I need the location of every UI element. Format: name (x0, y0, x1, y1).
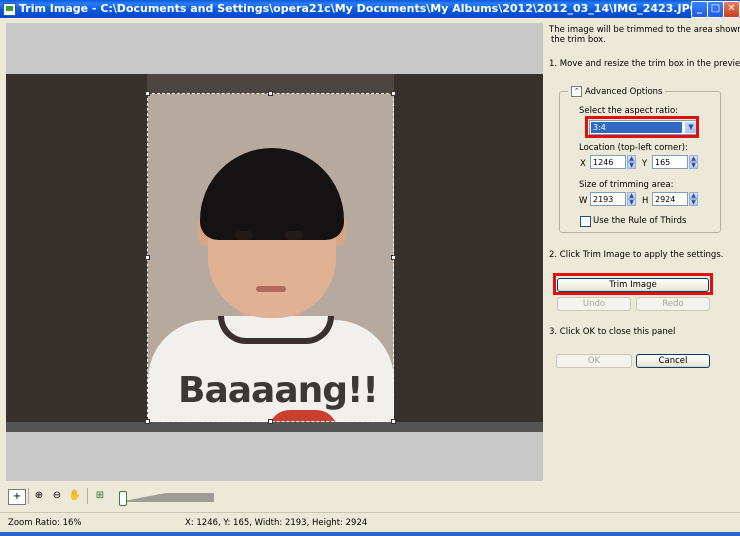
title-bar: Trim Image - C:\Documents and Settings\o… (0, 0, 740, 18)
maximize-button[interactable]: □ (707, 1, 724, 18)
step2-text: 2. Click Trim Image to apply the setting… (549, 250, 724, 260)
x-input[interactable]: 1246 (590, 155, 626, 169)
trim-coords-text: X: 1246, Y: 165, Width: 2193, Height: 29… (185, 518, 368, 528)
zoom-slider-track (118, 493, 214, 502)
height-input[interactable]: 2924 (652, 192, 688, 206)
x-spinner[interactable]: ▲ ▼ (627, 155, 636, 169)
x-label: X (580, 159, 586, 169)
close-button[interactable]: ✕ (723, 1, 740, 18)
add-trim-box-icon[interactable]: + (8, 489, 26, 505)
width-input[interactable]: 2193 (590, 192, 626, 206)
window-bottom-edge (0, 532, 740, 536)
collapse-icon[interactable]: ⌃ (571, 86, 582, 97)
toolbar-separator (87, 488, 88, 504)
step3-text: 3. Click OK to close this panel (549, 327, 676, 337)
redo-button[interactable]: Redo (636, 297, 710, 311)
trim-handle-top-right[interactable] (391, 91, 396, 96)
trim-box[interactable] (147, 93, 394, 422)
preview-bottom-strip (6, 422, 543, 432)
trim-handle-bottom-right[interactable] (391, 419, 396, 424)
width-spinner[interactable]: ▲ ▼ (627, 192, 636, 206)
trim-handle-right[interactable] (391, 255, 396, 260)
step1-text: 1. Move and resize the trim box in the p… (549, 59, 740, 69)
zoom-out-icon[interactable]: ⊖ (50, 489, 64, 503)
h-label: H (642, 196, 649, 206)
toolbar-separator (28, 488, 29, 504)
outside-trim-shade-right (394, 74, 543, 432)
trim-handle-top[interactable] (268, 91, 273, 96)
ok-button[interactable]: OK (556, 354, 632, 368)
aspect-ratio-label: Select the aspect ratio: (579, 106, 679, 116)
aspect-ratio-highlight (585, 116, 699, 138)
zoom-slider[interactable] (118, 490, 214, 506)
trim-handle-top-left[interactable] (145, 91, 150, 96)
hand-icon[interactable]: ✋ (68, 489, 82, 503)
window-title: Trim Image - C:\Documents and Settings\o… (19, 2, 699, 15)
app-icon[interactable] (3, 3, 16, 16)
fit-to-window-icon[interactable]: ⊞ (93, 489, 107, 503)
zoom-in-icon[interactable]: ⊕ (32, 489, 46, 503)
rule-of-thirds-checkbox[interactable] (580, 216, 591, 227)
trim-handle-bottom-left[interactable] (145, 419, 150, 424)
rule-of-thirds-label: Use the Rule of Thirds (593, 216, 687, 226)
y-label: Y (642, 159, 648, 169)
intro-text: The image will be trimmed to the area sh… (549, 25, 740, 35)
size-label: Size of trimming area: (579, 180, 674, 190)
trim-handle-left[interactable] (145, 255, 150, 260)
cancel-button[interactable]: Cancel (636, 354, 710, 368)
location-label: Location (top-left corner): (579, 143, 688, 153)
y-input[interactable]: 165 (652, 155, 688, 169)
trim-handle-bottom[interactable] (268, 419, 273, 424)
outside-trim-shade-left (6, 74, 147, 432)
y-spinner[interactable]: ▲ ▼ (689, 155, 698, 169)
advanced-options-header[interactable]: ⌃ Advanced Options (568, 86, 666, 97)
intro-text-2: the trim box. (551, 35, 606, 45)
undo-button[interactable]: Undo (557, 297, 631, 311)
zoom-ratio-text: Zoom Ratio: 16% (8, 518, 82, 528)
advanced-options-title: Advanced Options (585, 86, 663, 97)
minimize-button[interactable]: _ (691, 1, 708, 18)
trim-button-highlight (553, 273, 713, 295)
zoom-slider-thumb[interactable] (119, 491, 127, 506)
w-label: W (579, 196, 588, 206)
height-spinner[interactable]: ▲ ▼ (689, 192, 698, 206)
status-bar: Zoom Ratio: 16% X: 1246, Y: 165, Width: … (0, 512, 740, 533)
